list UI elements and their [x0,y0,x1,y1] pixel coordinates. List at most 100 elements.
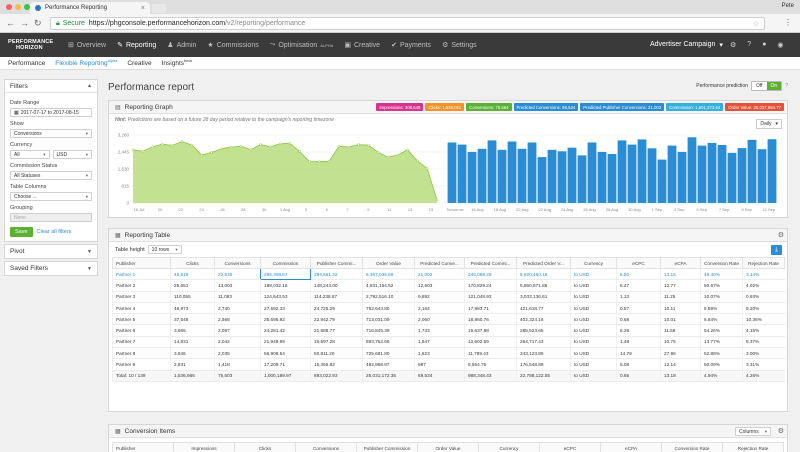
column-header[interactable]: Publisher [112,257,171,269]
help-icon[interactable]: ? [785,83,788,89]
metric-badge[interactable]: Clicks: 1,536,011 [425,103,465,111]
pivot-header[interactable]: Pivot ▼ [5,245,97,258]
column-header[interactable]: Rejection Rate [742,257,785,269]
bar [657,159,667,203]
table-row[interactable]: Partner 8 3,846 2,035 56,908.54 50,811.20 725… [112,347,785,360]
column-header[interactable]: Impressions [173,442,235,452]
metric-badge[interactable]: Order Value: 25,037,894.77 [725,103,784,111]
column-header[interactable]: eCPA [660,257,701,269]
nav-settings[interactable]: ⚙ Settings [442,41,477,50]
minimize-window-button[interactable] [15,4,21,10]
column-header[interactable]: Currency [478,442,540,452]
grouping-select[interactable]: None [10,213,92,222]
url-input[interactable]: 🔒︎ Secure https://phgconsole.performance… [50,17,765,30]
saved-filters-header[interactable]: Saved Filters ▼ [5,262,97,275]
currency-value: USD [56,151,68,158]
column-header[interactable]: eCPC [616,257,661,269]
column-header[interactable]: Conversions [214,257,261,269]
browser-menu-icon[interactable]: ⋮ [784,18,792,27]
column-header[interactable]: Publisher Commi... [310,257,363,269]
column-header[interactable]: Conversion Rate [661,442,723,452]
toggle-off[interactable]: Off [751,82,767,90]
close-tab-icon[interactable]: × [141,5,145,12]
metric-badge[interactable]: Predicted Publisher Conversions: 21,003 [580,103,665,111]
prediction-toggle[interactable]: Off On [750,81,783,91]
column-header[interactable]: Order Value [362,257,415,269]
column-header[interactable]: Conversions [295,442,357,452]
clear-filters-link[interactable]: Clear all filters [37,229,72,235]
logo[interactable]: PERFORMANCE HORIZON [0,33,60,57]
content-area: Filters ▲ Date Range ▦ 2017-07-17 to 2017… [0,70,800,452]
column-header[interactable]: Publisher Commission [356,442,418,452]
column-header[interactable]: Conversion Rate [700,257,743,269]
columns-select[interactable]: Columns ▾ [735,427,771,436]
column-header[interactable]: Publisher [112,442,174,452]
table-row[interactable]: Partner 7 14,831 2,042 21,948.99 19,597.28 59… [112,336,785,349]
date-range-input[interactable]: ▦ 2017-07-17 to 2017-08-15 [10,108,92,117]
table-height-select[interactable]: 10 rows ▾ [147,245,182,254]
subnav-creative[interactable]: Creative [127,60,151,67]
column-header[interactable]: Order Value [417,442,479,452]
subnav-insights[interactable]: Insightsbeta [162,58,192,67]
table-row[interactable]: Partner 4 48,973 2,740 27,692.33 24,725.29 75… [112,302,785,315]
column-header[interactable]: Clicks [234,442,296,452]
bookmark-star-icon[interactable]: ☆ [753,20,759,28]
column-header[interactable]: eCPA [600,442,662,452]
metric-badge[interactable]: Commission: 1,601,273.64 [666,103,724,111]
table-columns-select[interactable]: Choose ... ▾ [10,192,92,201]
user-icon[interactable]: ◉ [777,41,783,49]
grouping-label: Grouping [10,205,33,211]
reload-icon[interactable]: ↻ [34,18,42,28]
period-select[interactable]: Daily ▾ [756,119,782,129]
table-row[interactable]: Partner 6 3,865 2,097 24,281.42 21,688.77 716… [112,324,785,337]
column-header[interactable]: Predicted Commi... [464,257,517,269]
save-button[interactable]: Save [10,227,33,237]
nav-admin[interactable]: ♟ Admin [167,41,196,50]
metric-badge[interactable]: Conversions: 75,664 [466,103,512,111]
commission-status-select[interactable]: All Statuses ▾ [10,171,92,180]
back-icon[interactable]: ← [6,18,15,28]
metric-badge[interactable]: Impressions: 308,649 [376,103,424,111]
nav-optimisation[interactable]: ⤳ Optimisation ALPHA [270,41,334,49]
gear-icon[interactable]: ⚙ [730,41,736,49]
help-icon[interactable]: ? [747,41,751,49]
table-cell: 1,847 [414,336,465,349]
table-row[interactable]: Partner 3 110,055 11,083 124,643.53 114,238.… [112,291,785,303]
column-header[interactable]: Predicted Conve... [414,257,465,269]
nav-reporting[interactable]: ✎ Reporting [117,41,156,50]
subnav-performance[interactable]: Performance [8,60,45,67]
forward-icon[interactable]: → [20,18,29,28]
table-row[interactable]: Partner 1 45,619 22,535 296,308.67 284,561.3… [112,267,785,281]
column-header[interactable]: Commission [260,257,311,269]
column-header[interactable]: Currency [570,257,617,269]
currency-scope-select[interactable]: All ▾ [10,150,50,159]
main-nav: ⊞ Overview ✎ Reporting ♟ Admin ★ Commissions… [68,41,477,49]
gear-icon[interactable]: ⚙ [778,231,784,239]
subnav-flexible-reporting[interactable]: Flexible Reportingalpha [55,58,117,67]
table-row[interactable]: Partner 5 37,548 2,568 25,695.92 22,942.79 71… [112,313,785,326]
column-header[interactable]: Rejection Rate [722,442,784,452]
new-tab-button[interactable] [152,4,166,13]
campaign-selector[interactable]: Advertiser Campaign ▾ [650,41,723,49]
browser-tab[interactable]: Performance Reporting × [30,2,150,14]
table-cell: 56,908.54 [260,347,311,360]
currency-select[interactable]: USD ▾ [52,150,92,159]
show-select[interactable]: Conversions ▾ [10,129,92,138]
nav-overview[interactable]: ⊞ Overview [68,41,106,50]
column-header[interactable]: Predicted Order V... [516,257,571,269]
metric-badge[interactable]: Predicted Conversions: 68,534 [513,103,579,111]
gear-icon[interactable]: ⚙ [778,427,784,435]
column-header[interactable]: Clicks [170,257,215,269]
nav-commissions[interactable]: ★ Commissions [207,41,258,50]
table-row[interactable]: Partner 9 2,831 1,418 17,209.71 15,365.82 482… [112,358,785,371]
column-header[interactable]: eCPC [539,442,601,452]
filters-header[interactable]: Filters ▲ [5,80,97,93]
nav-payments[interactable]: ✔ Payments [391,41,431,50]
toggle-on[interactable]: On [766,82,782,90]
nav-creative[interactable]: ▣ Creative [344,41,380,50]
chat-icon[interactable]: ● [762,41,766,49]
profile-name[interactable]: Pete [782,3,794,9]
table-row[interactable]: Partner 2 25,651 13,003 188,032.16 148,243.0… [112,279,785,292]
close-window-button[interactable] [6,4,12,10]
download-button[interactable]: ⤓ [771,245,782,255]
